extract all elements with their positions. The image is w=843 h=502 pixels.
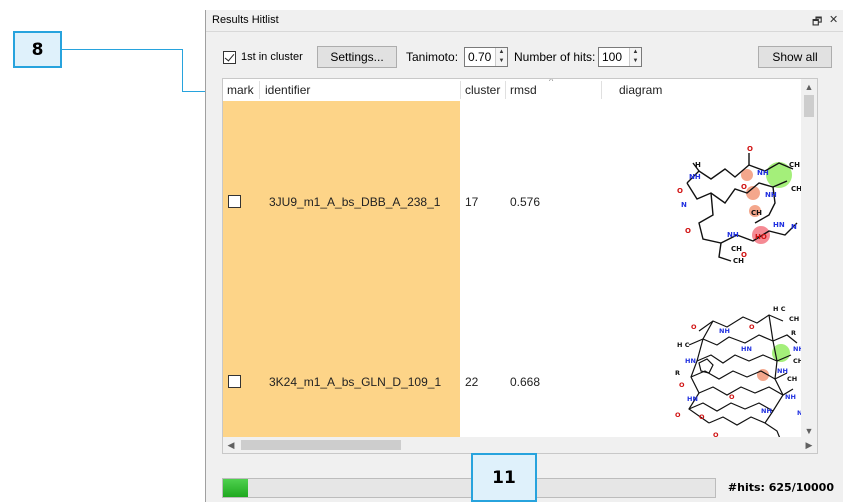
tanimoto-label: Tanimoto: [406, 50, 459, 64]
svg-text:HN: HN [687, 395, 698, 403]
svg-text:HN: HN [741, 345, 752, 353]
molecule-diagram: H C CH O NH H C O R HN HN NH CH R O NH C… [675, 305, 804, 445]
svg-text:O: O [685, 227, 691, 235]
results-hitlist-panel: Results Hitlist 🗗 ✕ 1st in cluster Setti… [205, 10, 843, 502]
chevron-down-icon[interactable]: ▼ [496, 57, 507, 66]
first-in-cluster-label: 1st in cluster [241, 51, 303, 63]
svg-text:NH: NH [757, 169, 769, 177]
svg-text:O: O [741, 183, 747, 191]
svg-text:HN: HN [773, 221, 785, 229]
svg-text:O: O [679, 381, 685, 389]
chevron-up-icon[interactable]: ▲ [801, 79, 817, 95]
progress-bar-fill [223, 479, 248, 497]
svg-text:H C: H C [677, 341, 690, 349]
row-cluster: 17 [465, 195, 479, 209]
svg-text:NH: NH [765, 191, 777, 199]
svg-text:O: O [699, 413, 705, 421]
chevron-down-icon[interactable]: ▼ [630, 57, 641, 66]
svg-text:R: R [675, 369, 680, 377]
horizontal-scrollbar[interactable]: ◀ ▶ [223, 437, 817, 453]
svg-text:O: O [729, 393, 735, 401]
tanimoto-stepper[interactable]: ▲ ▼ [495, 48, 507, 66]
vertical-scrollbar[interactable]: ▲ ▼ [801, 79, 817, 439]
chevron-right-icon[interactable]: ▶ [801, 437, 817, 453]
svg-text:NH: NH [689, 173, 701, 181]
svg-text:O: O [675, 411, 681, 419]
tanimoto-value: 0.70 [468, 50, 492, 64]
hitlist-toolbar: 1st in cluster Settings... Tanimoto: 0.7… [206, 34, 843, 74]
svg-text:NH: NH [719, 327, 730, 335]
progress-bar [222, 478, 716, 498]
callout-8: 8 [13, 31, 62, 68]
svg-text:N: N [791, 223, 797, 231]
vertical-scroll-thumb[interactable] [804, 95, 814, 117]
mark-checkbox[interactable] [228, 195, 241, 208]
svg-text:O: O [677, 187, 683, 195]
column-header-cluster[interactable]: cluster [465, 83, 500, 97]
svg-text:HO: HO [755, 233, 767, 241]
chevron-left-icon[interactable]: ◀ [223, 437, 239, 453]
svg-text:H C: H C [773, 305, 786, 313]
svg-text:H: H [695, 161, 701, 169]
close-icon[interactable]: ✕ [829, 13, 838, 26]
svg-text:O: O [747, 145, 753, 153]
show-all-button[interactable]: Show all [758, 46, 832, 68]
molecule-diagram: O H NH O N NH CH CH O NH CH HO HN N O NH [677, 145, 802, 263]
svg-text:NH: NH [777, 367, 788, 375]
settings-button[interactable]: Settings... [317, 46, 397, 68]
chevron-up-icon[interactable]: ▲ [630, 48, 641, 57]
table-header: mark identifier cluster rmsd ^ diagram [223, 79, 803, 101]
svg-text:R: R [791, 329, 796, 337]
row-cluster: 22 [465, 375, 479, 389]
horizontal-scroll-thumb[interactable] [241, 440, 401, 450]
number-of-hits-value: 100 [602, 50, 623, 64]
column-header-mark[interactable]: mark [227, 83, 254, 97]
number-of-hits-stepper[interactable]: ▲ ▼ [629, 48, 641, 66]
row-rmsd: 0.668 [510, 375, 541, 389]
row-rmsd: 0.576 [510, 195, 541, 209]
svg-text:NH: NH [761, 407, 772, 415]
sort-indicator-icon: ^ [549, 78, 554, 86]
highlighted-column-area [223, 101, 460, 453]
svg-text:HN: HN [685, 357, 696, 365]
first-in-cluster-checkbox[interactable] [223, 51, 236, 64]
panel-titlebar: Results Hitlist 🗗 ✕ [206, 10, 843, 32]
restore-icon[interactable]: 🗗 [812, 13, 822, 32]
number-of-hits-spinbox[interactable]: 100 ▲ ▼ [598, 47, 642, 67]
mark-checkbox[interactable] [228, 375, 241, 388]
hitlist-table: mark identifier cluster rmsd ^ diagram 3… [222, 78, 818, 454]
svg-text:NH: NH [785, 393, 796, 401]
callout-connector-top [62, 49, 183, 50]
column-header-identifier[interactable]: identifier [265, 83, 310, 97]
svg-text:CH: CH [789, 161, 800, 169]
number-of-hits-label: Number of hits: [514, 50, 596, 64]
column-header-rmsd[interactable]: rmsd [510, 83, 537, 97]
svg-text:CH: CH [787, 375, 797, 383]
svg-text:O: O [749, 323, 755, 331]
callout-11: 11 [471, 453, 537, 502]
panel-title: Results Hitlist [212, 14, 279, 26]
svg-text:O: O [691, 323, 697, 331]
svg-text:N: N [681, 201, 687, 209]
svg-text:CH: CH [789, 315, 799, 323]
svg-text:CH: CH [733, 257, 744, 263]
svg-text:CH: CH [751, 209, 762, 217]
hits-count: #hits: 625/10000 [727, 481, 834, 494]
svg-text:NH: NH [727, 231, 739, 239]
row-identifier: 3JU9_m1_A_bs_DBB_A_238_1 [269, 195, 441, 209]
chevron-up-icon[interactable]: ▲ [496, 48, 507, 57]
tanimoto-spinbox[interactable]: 0.70 ▲ ▼ [464, 47, 508, 67]
callout-connector-vertical [182, 49, 183, 91]
column-header-diagram[interactable]: diagram [619, 83, 662, 97]
row-identifier: 3K24_m1_A_bs_GLN_D_109_1 [269, 375, 442, 389]
